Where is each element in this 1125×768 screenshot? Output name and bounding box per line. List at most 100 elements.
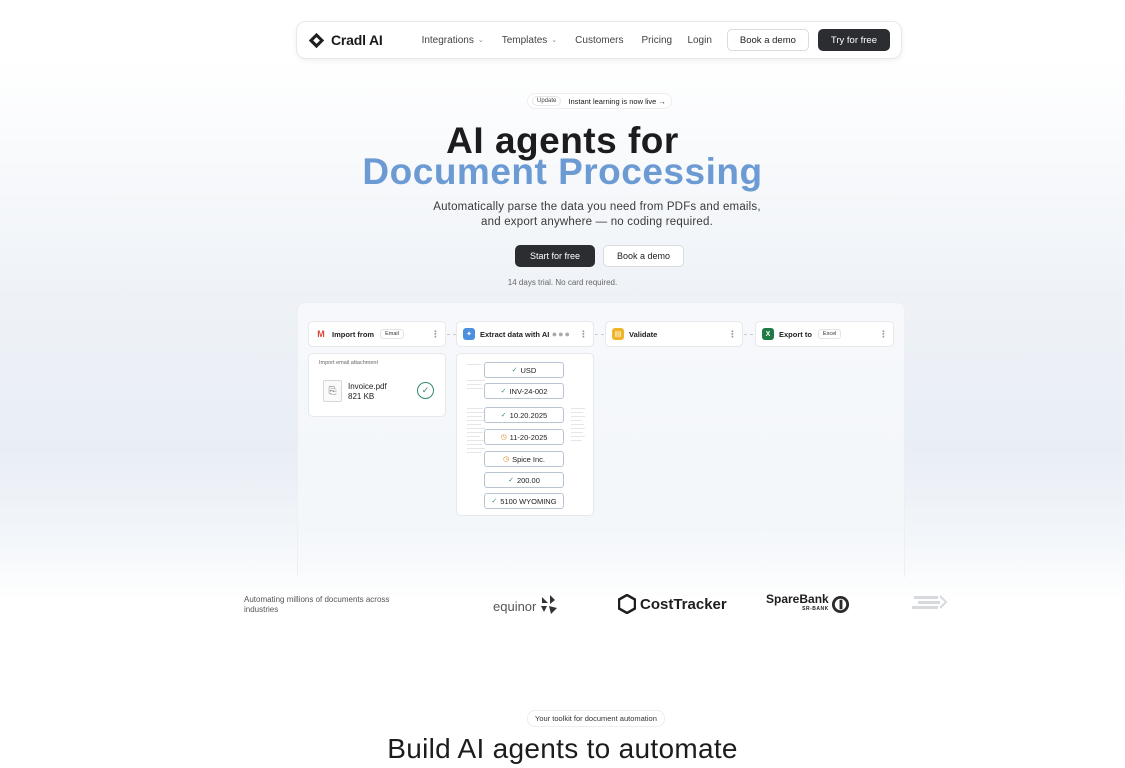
attachment-info[interactable]: Invoice.pdf 821 KB bbox=[348, 382, 387, 402]
loading-dots-icon: ●●● bbox=[551, 329, 571, 339]
equinor-wordmark: equinor bbox=[493, 598, 537, 614]
doc-line bbox=[571, 408, 585, 409]
nav-pricing[interactable]: Pricing bbox=[633, 35, 682, 46]
book-demo-button[interactable]: Book a demo bbox=[726, 29, 809, 51]
nav-actions: Login Book a demo Try for free bbox=[687, 29, 890, 51]
doc-line bbox=[467, 388, 483, 389]
doc-line bbox=[571, 428, 585, 429]
check-icon: ✓ bbox=[500, 388, 507, 395]
doc-line bbox=[467, 452, 481, 453]
step-import[interactable]: M Import from Email ⋮ bbox=[308, 321, 446, 347]
hero-title-line2: Document Processing bbox=[362, 151, 763, 192]
nav-pricing-label: Pricing bbox=[641, 34, 673, 46]
start-free-button[interactable]: Start for free bbox=[515, 245, 595, 267]
check-icon: ✓ bbox=[500, 412, 507, 419]
more-options-icon[interactable]: ⋮ bbox=[728, 329, 737, 340]
top-navigation: Cradl AI Integrations ⌄ Templates ⌄ Cust… bbox=[296, 21, 902, 59]
update-text: Instant learning is now live → bbox=[568, 96, 666, 106]
doc-line bbox=[467, 448, 485, 449]
doc-line bbox=[571, 420, 582, 421]
field-value: 200.00 bbox=[516, 475, 540, 485]
check-circle-icon: ✓ bbox=[417, 382, 434, 399]
login-link[interactable]: Login bbox=[687, 35, 711, 46]
step-extract-label: Extract data with AI bbox=[480, 329, 550, 339]
excel-icon: X bbox=[762, 328, 774, 340]
step-validate-label: Validate bbox=[629, 329, 658, 339]
attachment-name: Invoice.pdf bbox=[348, 382, 387, 391]
check-icon: ✓ bbox=[511, 367, 518, 374]
field-value: 5100 WYOMING bbox=[500, 496, 557, 506]
more-options-icon[interactable]: ⋮ bbox=[879, 329, 888, 340]
trial-note: 14 days trial. No card required. bbox=[507, 278, 618, 287]
brand-logo[interactable]: Cradl AI bbox=[308, 32, 383, 49]
connector-line bbox=[447, 334, 456, 335]
extracted-field[interactable]: ✓ INV-24-002 bbox=[484, 383, 564, 399]
field-value: INV-24-002 bbox=[509, 386, 548, 396]
step-extract[interactable]: ✦ Extract data with AI ●●● ⋮ bbox=[456, 321, 594, 347]
sparebank-text: SpareBank SR-BANK bbox=[766, 592, 829, 614]
attachment-size: 821 KB bbox=[348, 392, 375, 401]
doc-line bbox=[467, 412, 485, 413]
import-caption: Import email attachment bbox=[319, 360, 378, 366]
nav-integrations-label: Integrations bbox=[421, 34, 474, 46]
more-options-icon[interactable]: ⋮ bbox=[431, 329, 440, 340]
step-export-label: Export to bbox=[779, 329, 812, 339]
logos-caption: Automating millions of documents across … bbox=[244, 595, 390, 614]
doc-line bbox=[467, 408, 483, 409]
doc-line bbox=[467, 440, 484, 441]
doc-line bbox=[467, 384, 481, 385]
sparebank-circle-icon bbox=[831, 595, 849, 613]
update-tag: Update bbox=[532, 96, 562, 106]
doc-line bbox=[467, 436, 480, 437]
clock-icon: ◷ bbox=[502, 456, 510, 463]
hero-subtitle: Automatically parse the data you need fr… bbox=[433, 201, 761, 228]
partner-logo-icon bbox=[912, 595, 948, 609]
clock-icon: ◷ bbox=[500, 434, 507, 441]
hero-book-demo-button[interactable]: Book a demo bbox=[603, 245, 684, 267]
validate-icon: ▤ bbox=[612, 328, 624, 340]
nav-links: Integrations ⌄ Templates ⌄ Customers Pri… bbox=[413, 35, 682, 46]
toolkit-badge: Your toolkit for document automation bbox=[527, 710, 665, 727]
extracted-field[interactable]: ◷ 11-20-2025 bbox=[484, 429, 564, 445]
doc-line bbox=[571, 436, 585, 437]
doc-line bbox=[571, 440, 582, 441]
equinor-logo: equinor bbox=[493, 594, 559, 618]
nav-integrations[interactable]: Integrations ⌄ bbox=[413, 35, 493, 46]
sparebank-logo: SpareBank SR-BANK bbox=[766, 592, 850, 614]
ai-sparkle-icon: ✦ bbox=[463, 328, 475, 340]
cradl-logo-icon bbox=[308, 32, 325, 48]
field-value: Spice Inc. bbox=[512, 454, 546, 464]
nav-customers-label: Customers bbox=[575, 34, 624, 46]
doc-line bbox=[467, 420, 484, 421]
connector-line bbox=[744, 334, 753, 335]
doc-line bbox=[467, 424, 481, 425]
step-import-label: Import from bbox=[332, 329, 375, 339]
costtracker-logo: CostTracker bbox=[618, 594, 727, 614]
doc-line bbox=[571, 432, 583, 433]
doc-line bbox=[467, 416, 482, 417]
pdf-file-icon: ⎘ bbox=[323, 380, 342, 402]
check-icon: ✓ bbox=[508, 477, 514, 484]
doc-line bbox=[467, 444, 482, 445]
nav-templates-label: Templates bbox=[501, 34, 548, 46]
try-free-button[interactable]: Try for free bbox=[817, 29, 890, 51]
field-value: 10.20.2025 bbox=[509, 410, 548, 420]
field-value: 11-20-2025 bbox=[509, 432, 548, 442]
extracted-field[interactable]: ✓ USD bbox=[484, 362, 564, 378]
chevron-down-icon: ⌄ bbox=[477, 37, 484, 44]
extracted-field[interactable]: ✓ 200.00 bbox=[484, 472, 564, 488]
nav-templates[interactable]: Templates ⌄ bbox=[493, 35, 566, 46]
step-export-tag: Excel bbox=[817, 329, 842, 339]
update-banner[interactable]: Update Instant learning is now live → bbox=[527, 93, 672, 109]
sparebank-wordmark: SpareBank bbox=[766, 592, 829, 606]
nav-customers[interactable]: Customers bbox=[566, 35, 632, 46]
extracted-field[interactable]: ◷ Spice Inc. bbox=[484, 451, 564, 467]
extracted-field[interactable]: ✓ 10.20.2025 bbox=[484, 407, 564, 423]
costtracker-hexagon-icon bbox=[618, 594, 636, 614]
step-export[interactable]: X Export to Excel ⋮ bbox=[755, 321, 894, 347]
sr-bank-wordmark: SR-BANK bbox=[802, 606, 829, 612]
doc-line bbox=[467, 364, 481, 365]
extracted-field[interactable]: ✓ 5100 WYOMING bbox=[484, 493, 564, 509]
step-validate[interactable]: ▤ Validate ⋮ bbox=[605, 321, 743, 347]
more-options-icon[interactable]: ⋮ bbox=[579, 329, 588, 340]
